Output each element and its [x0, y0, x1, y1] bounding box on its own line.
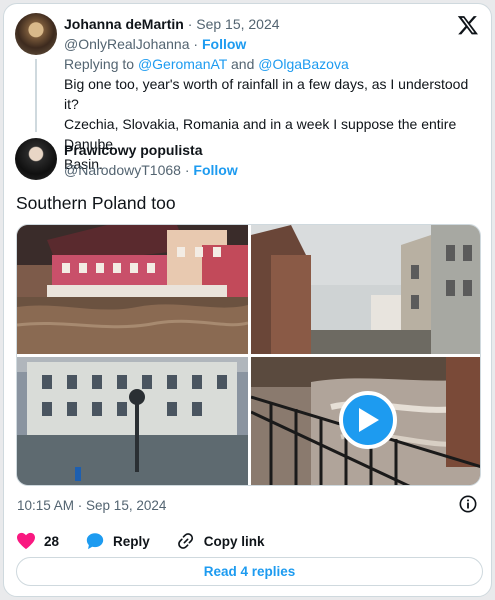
first-post-text: Big one too, year's worth of rainfall in…: [64, 74, 484, 174]
flood-photo-3[interactable]: [17, 357, 248, 485]
play-icon: [359, 408, 379, 432]
reply-icon: [86, 533, 104, 550]
replying-to: Replying to @GeromanAT and @OlgaBazova: [64, 56, 349, 72]
copy-link-label: Copy link: [203, 533, 265, 549]
author-handle[interactable]: @OnlyRealJohanna: [64, 36, 190, 52]
flood-video-thumbnail[interactable]: [251, 357, 480, 485]
second-post-text: Southern Poland too: [16, 193, 176, 213]
first-post-handle-row: @OnlyRealJohanna · Follow: [64, 36, 246, 52]
mention-link[interactable]: @OlgaBazova: [258, 56, 348, 72]
mention-link[interactable]: @GeromanAT: [138, 56, 227, 72]
author-name[interactable]: Johanna deMartin: [64, 16, 184, 32]
reply-button[interactable]: Reply: [85, 532, 150, 550]
copy-link-button[interactable]: Copy link: [176, 531, 265, 551]
x-logo-icon[interactable]: [457, 14, 479, 36]
johanna-avatar[interactable]: [15, 13, 57, 55]
post-timestamp[interactable]: 10:15 AM · Sep 15, 2024: [17, 498, 166, 513]
dot-separator: ·: [184, 162, 190, 178]
dot-separator: ·: [193, 36, 199, 52]
first-post-header: Johanna deMartin · Sep 15, 2024: [64, 16, 280, 32]
populista-avatar[interactable]: [15, 138, 57, 180]
play-button[interactable]: [339, 391, 397, 449]
link-icon: [177, 533, 193, 549]
media-grid: [16, 224, 481, 486]
action-bar: 28 Reply Copy link: [16, 531, 291, 551]
flood-photo-2[interactable]: [251, 225, 480, 354]
embedded-post-card: Johanna deMartin · Sep 15, 2024 @OnlyRea…: [3, 3, 492, 597]
like-count: 28: [44, 533, 60, 549]
info-icon[interactable]: [459, 495, 477, 513]
heart-icon: [17, 532, 35, 550]
follow-button[interactable]: Follow: [202, 36, 246, 52]
text-line: Big one too, year's worth of rainfall in…: [64, 76, 469, 112]
replying-prefix: Replying to: [64, 56, 135, 72]
flood-photo-1[interactable]: [17, 225, 248, 354]
second-post-handle-row: @NarodowyT1068 · Follow: [64, 162, 238, 178]
post-date[interactable]: · Sep 15, 2024: [188, 16, 280, 32]
like-button[interactable]: 28: [16, 532, 59, 550]
author-handle[interactable]: @NarodowyT1068: [64, 162, 181, 178]
reply-label: Reply: [113, 533, 150, 549]
replying-and: and: [231, 56, 255, 72]
follow-button[interactable]: Follow: [193, 162, 237, 178]
second-post-header: Prawicowy populista: [64, 142, 202, 158]
author-name[interactable]: Prawicowy populista: [64, 142, 202, 158]
read-replies-button[interactable]: Read 4 replies: [16, 557, 483, 586]
thread-line: [35, 59, 37, 132]
